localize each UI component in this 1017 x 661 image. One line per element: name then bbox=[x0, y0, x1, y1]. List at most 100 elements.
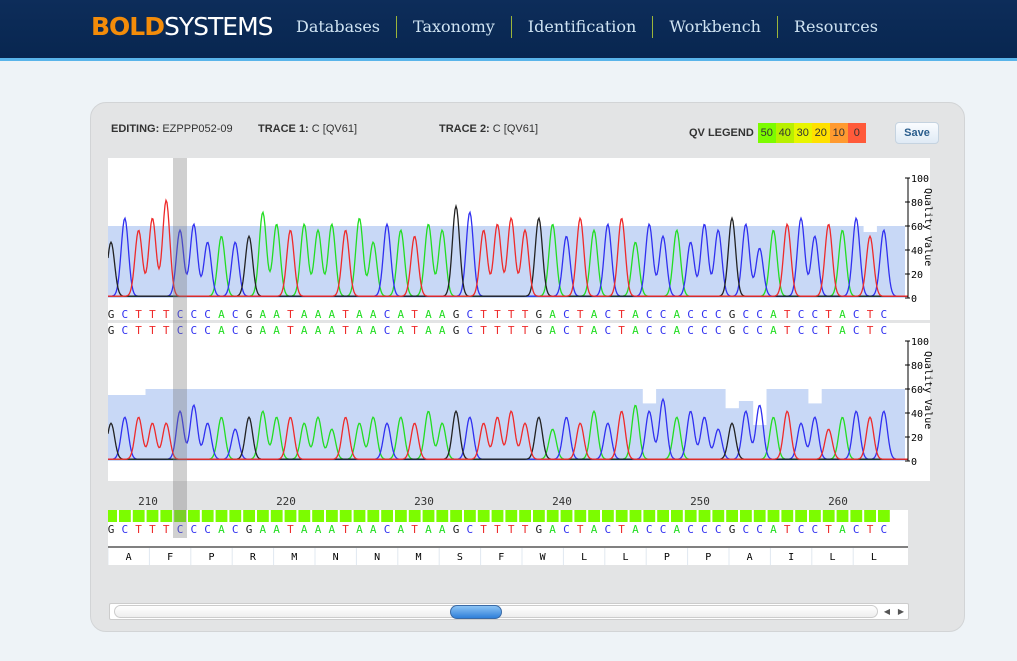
base-t[interactable]: T bbox=[508, 324, 515, 337]
base-c[interactable]: C bbox=[466, 523, 473, 536]
base-c[interactable]: C bbox=[604, 324, 611, 337]
base-t[interactable]: T bbox=[508, 308, 515, 321]
base-t[interactable]: T bbox=[494, 523, 501, 536]
chromatogram-view[interactable]: 0 20 40 60 80 100 Quality Value 0 20 40 60 80 100 Qua… bbox=[108, 158, 948, 578]
base-c[interactable]: C bbox=[563, 308, 570, 321]
base-c[interactable]: C bbox=[384, 523, 391, 536]
base-t[interactable]: T bbox=[784, 523, 791, 536]
base-c[interactable]: C bbox=[232, 324, 239, 337]
base-c[interactable]: C bbox=[563, 523, 570, 536]
base-g[interactable]: G bbox=[453, 523, 460, 536]
base-t[interactable]: T bbox=[825, 308, 832, 321]
base-c[interactable]: C bbox=[811, 308, 818, 321]
base-t[interactable]: T bbox=[494, 324, 501, 337]
base-c[interactable]: C bbox=[660, 324, 667, 337]
nav-workbench[interactable]: Workbench bbox=[652, 16, 777, 38]
base-c[interactable]: C bbox=[880, 308, 887, 321]
base-t[interactable]: T bbox=[618, 308, 625, 321]
base-c[interactable]: C bbox=[811, 324, 818, 337]
base-c[interactable]: C bbox=[190, 523, 197, 536]
base-t[interactable]: T bbox=[342, 324, 349, 337]
base-c[interactable]: C bbox=[687, 308, 694, 321]
base-t[interactable]: T bbox=[135, 523, 142, 536]
base-t[interactable]: T bbox=[480, 324, 487, 337]
base-c[interactable]: C bbox=[798, 308, 805, 321]
base-t[interactable]: T bbox=[522, 523, 529, 536]
base-c[interactable]: C bbox=[742, 523, 749, 536]
base-c[interactable]: C bbox=[756, 324, 763, 337]
base-t[interactable]: T bbox=[618, 523, 625, 536]
base-c[interactable]: C bbox=[121, 308, 128, 321]
base-a[interactable]: A bbox=[328, 308, 335, 321]
base-t[interactable]: T bbox=[287, 308, 294, 321]
base-c[interactable]: C bbox=[687, 523, 694, 536]
scroll-thumb[interactable] bbox=[450, 605, 502, 619]
base-a[interactable]: A bbox=[273, 324, 280, 337]
base-c[interactable]: C bbox=[121, 324, 128, 337]
base-g[interactable]: G bbox=[246, 523, 253, 536]
base-t[interactable]: T bbox=[522, 324, 529, 337]
base-t[interactable]: T bbox=[522, 308, 529, 321]
base-a[interactable]: A bbox=[439, 324, 446, 337]
base-a[interactable]: A bbox=[673, 523, 680, 536]
base-a[interactable]: A bbox=[591, 324, 598, 337]
base-t[interactable]: T bbox=[411, 523, 418, 536]
base-a[interactable]: A bbox=[356, 324, 363, 337]
base-a[interactable]: A bbox=[218, 523, 225, 536]
base-a[interactable]: A bbox=[370, 324, 377, 337]
base-a[interactable]: A bbox=[549, 523, 556, 536]
base-a[interactable]: A bbox=[259, 523, 266, 536]
base-c[interactable]: C bbox=[715, 308, 722, 321]
base-c[interactable]: C bbox=[604, 308, 611, 321]
base-g[interactable]: G bbox=[535, 523, 542, 536]
base-t[interactable]: T bbox=[494, 308, 501, 321]
base-c[interactable]: C bbox=[742, 324, 749, 337]
base-a[interactable]: A bbox=[218, 324, 225, 337]
base-c[interactable]: C bbox=[204, 308, 211, 321]
base-t[interactable]: T bbox=[163, 324, 170, 337]
base-a[interactable]: A bbox=[356, 308, 363, 321]
scroll-right-icon[interactable]: ▶ bbox=[894, 605, 908, 619]
base-a[interactable]: A bbox=[273, 308, 280, 321]
base-c[interactable]: C bbox=[880, 523, 887, 536]
base-c[interactable]: C bbox=[701, 308, 708, 321]
base-c[interactable]: C bbox=[880, 324, 887, 337]
base-a[interactable]: A bbox=[315, 308, 322, 321]
base-a[interactable]: A bbox=[632, 523, 639, 536]
base-g[interactable]: G bbox=[729, 308, 736, 321]
base-c[interactable]: C bbox=[660, 308, 667, 321]
base-a[interactable]: A bbox=[259, 324, 266, 337]
bold-systems-logo[interactable]: BOLDSYSTEMS bbox=[91, 12, 274, 41]
base-t[interactable]: T bbox=[163, 308, 170, 321]
base-c[interactable]: C bbox=[204, 324, 211, 337]
base-g[interactable]: G bbox=[729, 324, 736, 337]
nav-identification[interactable]: Identification bbox=[510, 16, 653, 38]
base-a[interactable]: A bbox=[591, 523, 598, 536]
base-a[interactable]: A bbox=[770, 308, 777, 321]
base-t[interactable]: T bbox=[149, 308, 156, 321]
base-g[interactable]: G bbox=[535, 308, 542, 321]
base-c[interactable]: C bbox=[701, 324, 708, 337]
base-t[interactable]: T bbox=[577, 523, 584, 536]
base-a[interactable]: A bbox=[370, 308, 377, 321]
base-c[interactable]: C bbox=[701, 523, 708, 536]
base-a[interactable]: A bbox=[770, 523, 777, 536]
base-c[interactable]: C bbox=[715, 523, 722, 536]
nav-databases[interactable]: Databases bbox=[280, 16, 396, 38]
base-t[interactable]: T bbox=[784, 324, 791, 337]
base-a[interactable]: A bbox=[425, 324, 432, 337]
base-c[interactable]: C bbox=[853, 324, 860, 337]
base-a[interactable]: A bbox=[439, 308, 446, 321]
base-a[interactable]: A bbox=[301, 523, 308, 536]
base-c[interactable]: C bbox=[604, 523, 611, 536]
base-a[interactable]: A bbox=[397, 308, 404, 321]
base-g[interactable]: G bbox=[729, 523, 736, 536]
base-t[interactable]: T bbox=[784, 308, 791, 321]
base-g[interactable]: G bbox=[535, 324, 542, 337]
selected-base-highlight[interactable] bbox=[173, 158, 187, 538]
base-c[interactable]: C bbox=[853, 523, 860, 536]
base-a[interactable]: A bbox=[839, 308, 846, 321]
base-a[interactable]: A bbox=[356, 523, 363, 536]
base-a[interactable]: A bbox=[439, 523, 446, 536]
base-t[interactable]: T bbox=[135, 324, 142, 337]
